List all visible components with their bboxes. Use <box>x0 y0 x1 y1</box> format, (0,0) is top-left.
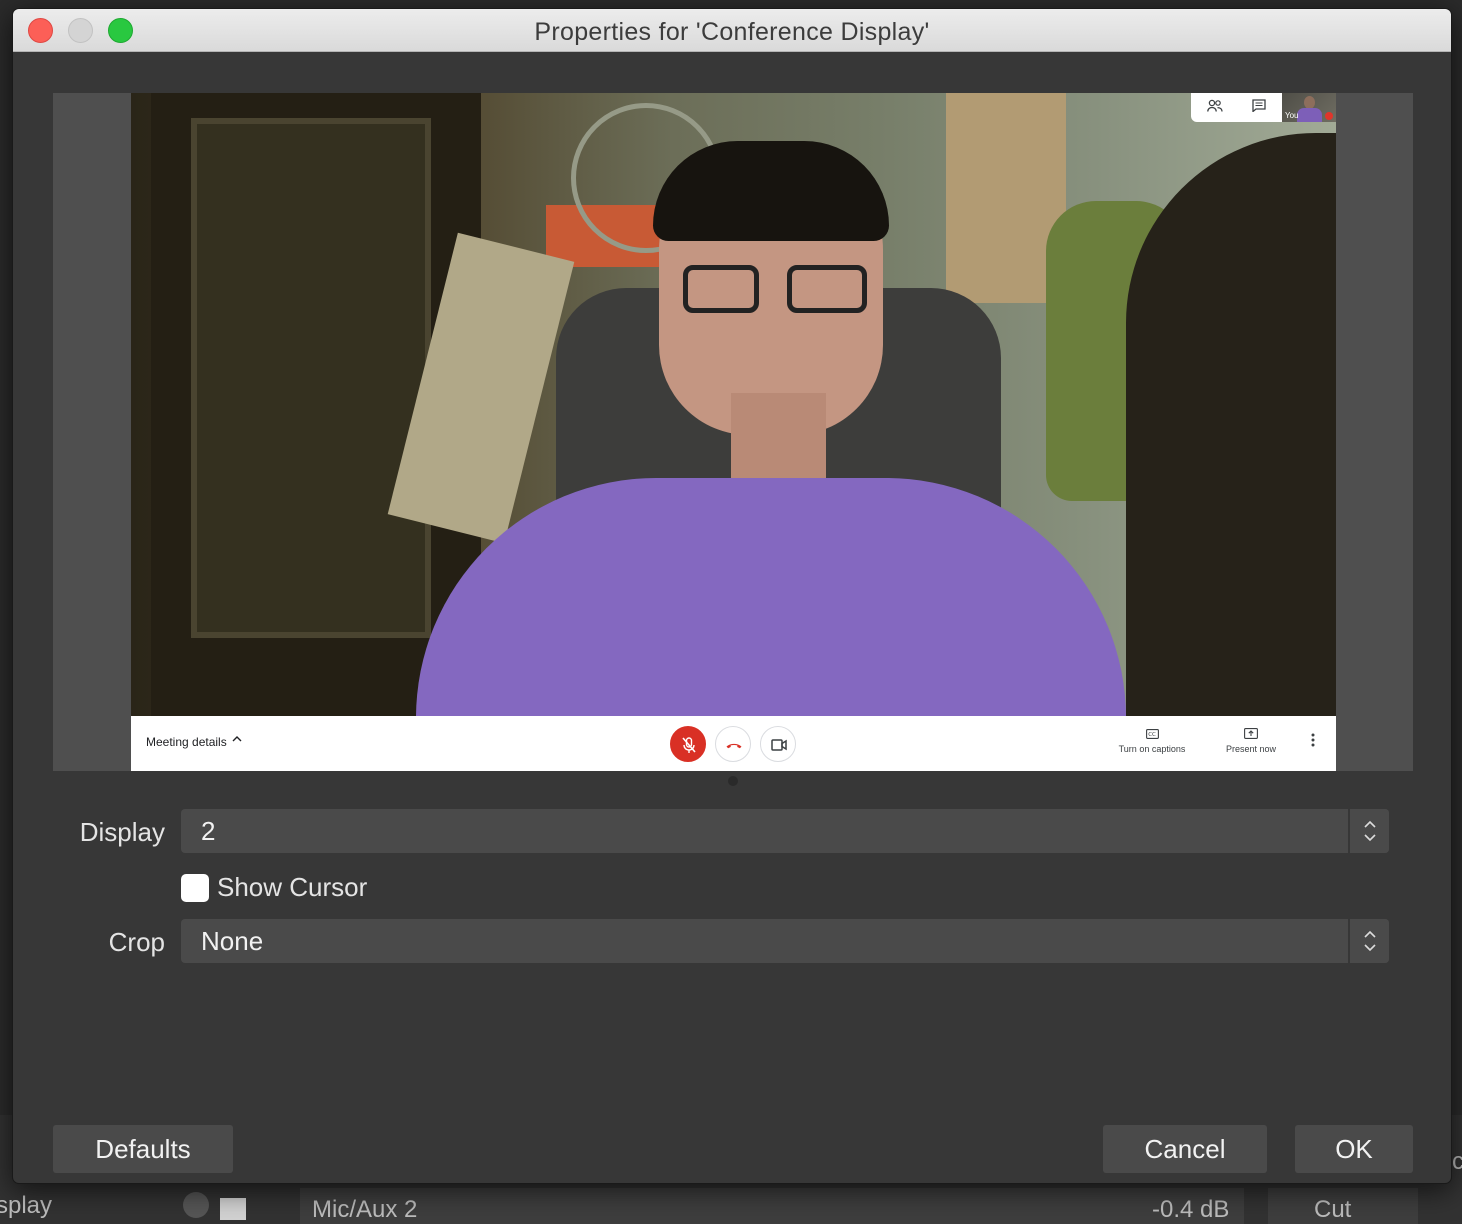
up-down-chevron-icon <box>1364 820 1376 842</box>
up-down-chevron-icon <box>1364 930 1376 952</box>
background-mixer-level: -0.4 dB <box>1152 1196 1230 1223</box>
self-mic-off-icon <box>1325 112 1333 120</box>
self-view-body <box>1297 108 1322 122</box>
crop-select[interactable]: None <box>181 919 1389 963</box>
video-glasses-left <box>683 265 759 313</box>
preview-resize-handle[interactable] <box>728 776 738 786</box>
video-camera-icon <box>771 739 787 751</box>
self-view-label: You <box>1285 111 1299 120</box>
crop-select-value: None <box>201 926 264 956</box>
crop-label: Crop <box>108 927 165 957</box>
meet-top-bar <box>1191 93 1282 122</box>
mic-off-icon <box>682 737 696 753</box>
background-mixer-source: Mic/Aux 2 <box>312 1196 418 1223</box>
mic-off-button[interactable] <box>670 726 706 762</box>
meet-bottom-bar: Meeting details CC Turn on captions Pres… <box>131 716 1336 771</box>
cancel-button[interactable]: Cancel <box>1103 1125 1267 1173</box>
background-eye-icon <box>183 1192 209 1218</box>
chat-icon[interactable] <box>1252 99 1266 114</box>
properties-dialog: Properties for 'Conference Display' You … <box>12 8 1452 1184</box>
show-cursor-label[interactable]: Show Cursor <box>217 872 367 903</box>
background-lock-icon <box>220 1198 246 1220</box>
source-preview: You Meeting details CC Turn on captions … <box>53 93 1413 771</box>
crop-stepper[interactable] <box>1348 919 1389 963</box>
captions-button[interactable]: CC Turn on captions <box>1107 728 1197 754</box>
camera-button[interactable] <box>760 726 796 762</box>
chevron-up-icon[interactable] <box>232 734 242 746</box>
people-icon[interactable] <box>1207 99 1223 115</box>
present-screen-icon <box>1206 728 1296 742</box>
video-hair <box>653 141 889 241</box>
background-scene-label: splay <box>0 1192 53 1219</box>
show-cursor-checkbox[interactable] <box>181 874 209 902</box>
background-edge-text: c <box>1452 1148 1462 1175</box>
meeting-details-button[interactable]: Meeting details <box>146 735 227 749</box>
background-mixer-row <box>300 1188 1244 1224</box>
closed-captions-icon: CC <box>1107 728 1197 742</box>
webcam-video <box>131 93 1336 716</box>
defaults-button[interactable]: Defaults <box>53 1125 233 1173</box>
hang-up-button[interactable] <box>715 726 751 762</box>
display-label: Display <box>79 817 165 847</box>
phone-hangup-icon <box>726 743 742 749</box>
video-shelf <box>191 118 431 638</box>
self-view-thumbnail[interactable]: You <box>1282 93 1336 122</box>
window-title: Properties for 'Conference Display' <box>534 18 930 46</box>
video-purple-shirt <box>416 478 1126 716</box>
video-glasses-right <box>787 265 867 313</box>
svg-text:CC: CC <box>1148 732 1156 738</box>
meet-screen-capture: You Meeting details CC Turn on captions … <box>131 93 1336 771</box>
video-dark-drape <box>1126 133 1336 716</box>
captions-label: Turn on captions <box>1118 744 1186 754</box>
display-stepper[interactable] <box>1348 809 1389 853</box>
display-select-value: 2 <box>201 816 216 846</box>
title-bar: Properties for 'Conference Display' <box>13 9 1451 52</box>
present-now-label: Present now <box>1225 744 1277 754</box>
present-now-button[interactable]: Present now <box>1206 728 1296 754</box>
display-select[interactable]: 2 <box>181 809 1389 853</box>
background-transition-label: Cut <box>1314 1196 1352 1223</box>
ok-button[interactable]: OK <box>1295 1125 1413 1173</box>
more-vert-icon[interactable] <box>1311 733 1315 751</box>
